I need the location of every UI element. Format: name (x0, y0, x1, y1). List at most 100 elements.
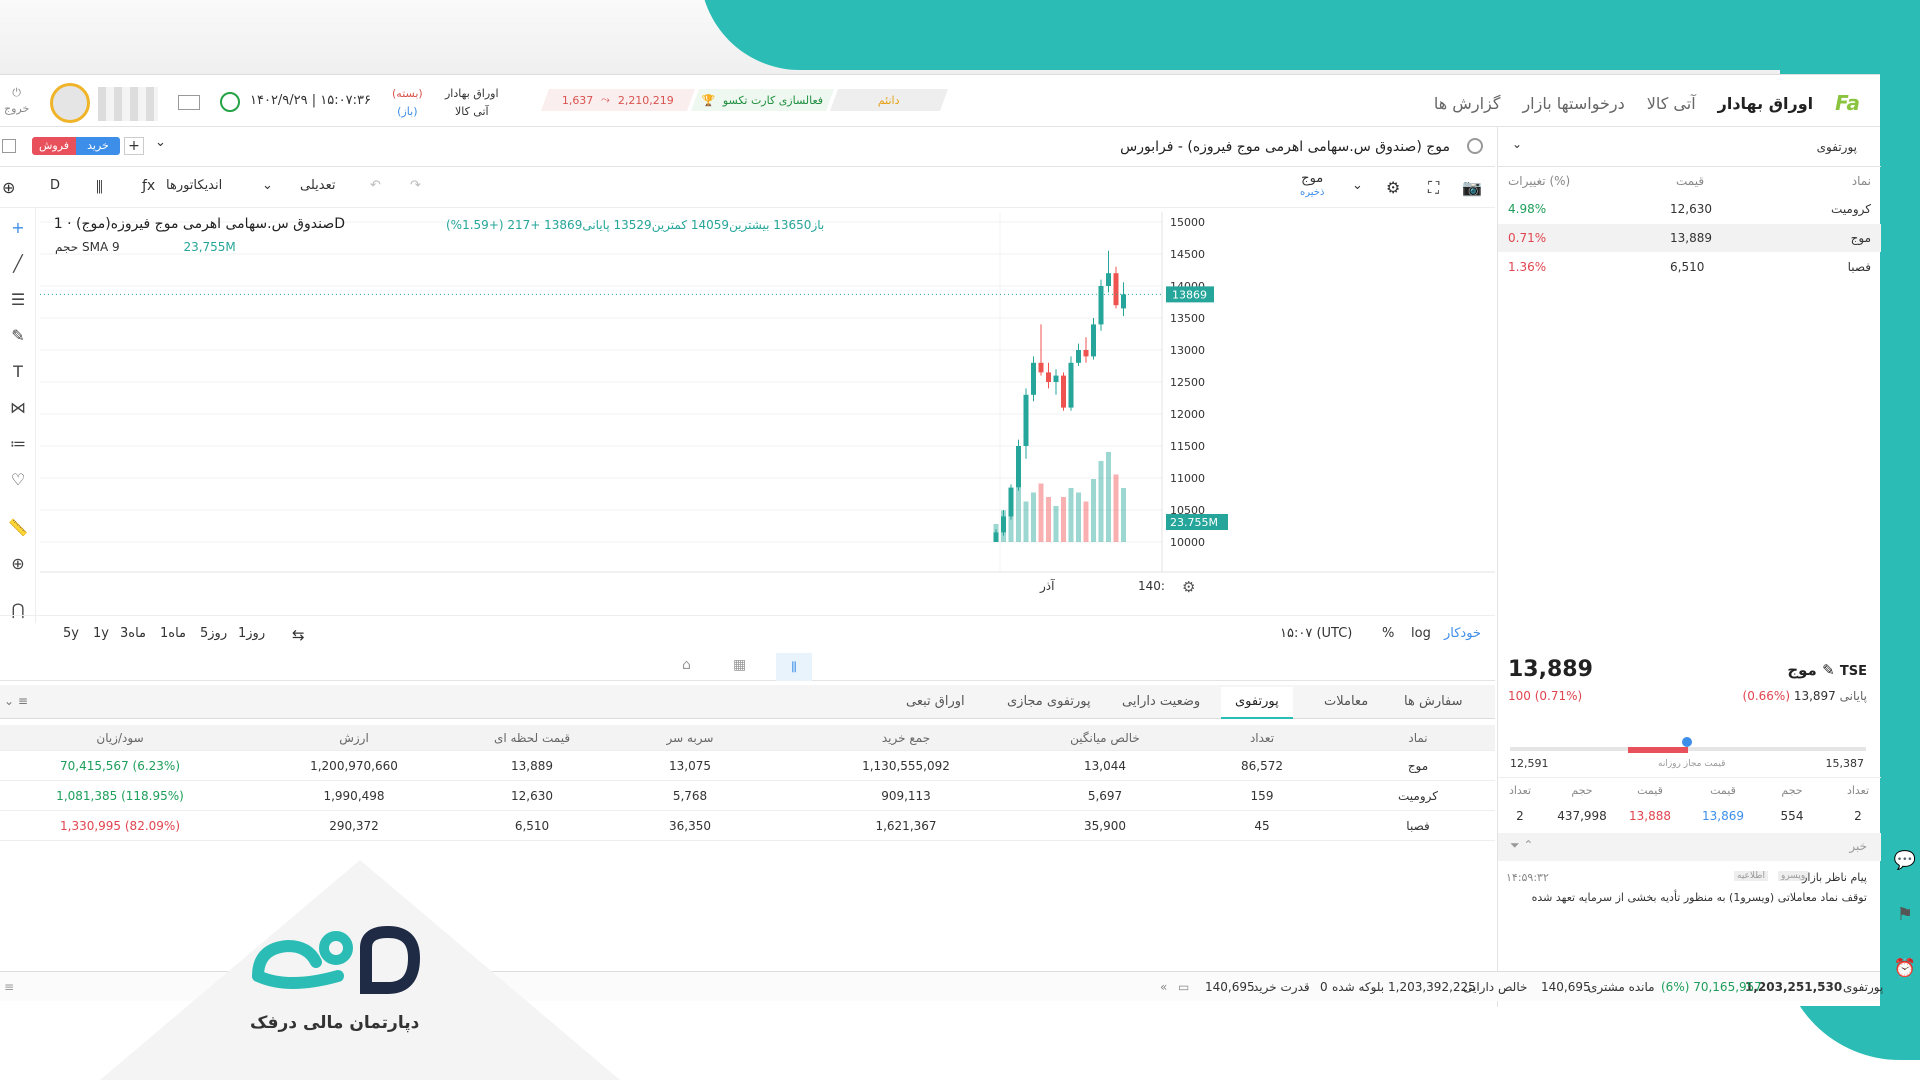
list-item[interactable]: موج 13,889 0.71% (1498, 224, 1881, 252)
tab-derivative-securities[interactable]: اوراق تبعی (906, 694, 965, 709)
tab-asset-status[interactable]: وضعیت دارایی (1122, 694, 1200, 709)
nav-item-market-requests[interactable]: درخواستها بازار (1522, 94, 1624, 113)
tab-virtual-portfolio[interactable]: پورتفوی مجازی (1007, 694, 1091, 709)
buy-button[interactable]: خرید (76, 137, 120, 155)
table-cell: 13,044 (1084, 759, 1126, 773)
list-cell: 13,889 (1670, 231, 1712, 245)
layout-save[interactable]: موج ذخیره (1300, 172, 1324, 200)
add-button[interactable]: + (124, 137, 144, 155)
list-item[interactable]: فصبا 6,510 1.36% (1498, 253, 1881, 281)
list-item[interactable]: کرومیت 12,630 4.98% (1498, 195, 1881, 223)
candles-view-icon[interactable]: ⫼ (776, 653, 812, 681)
tab-orders[interactable]: سفارش ها (1404, 694, 1463, 709)
period-1m[interactable]: 1ماه (160, 626, 186, 641)
nav-item-securities[interactable]: اوراق بهادار (1718, 94, 1813, 113)
mail-icon[interactable] (178, 95, 200, 110)
watchlist-name[interactable]: پورتفوی (1817, 140, 1857, 154)
candle-body (1091, 324, 1096, 357)
period-3m[interactable]: 3ماه (120, 626, 146, 641)
period-5d[interactable]: 5روز (200, 626, 227, 641)
table-cell: کرومیت (1398, 789, 1438, 803)
table-cell: 1,130,555,092 (862, 759, 950, 773)
adjust-select[interactable]: تعدیلی (300, 178, 335, 193)
log-toggle[interactable]: log (1411, 626, 1431, 641)
orders-list-icon[interactable] (2, 139, 16, 153)
volume-bar (1113, 474, 1119, 542)
indicators-button[interactable]: اندیکاتورها (166, 178, 222, 193)
pattern-icon[interactable]: ⋈ (8, 398, 28, 418)
menu-icon[interactable]: ≡ (4, 980, 14, 994)
text-icon[interactable]: T (8, 362, 28, 382)
table-row[interactable]: فصبا 45 35,900 1,621,367 36,350 6,510 290,372 1… (0, 811, 1495, 841)
refresh-icon[interactable] (220, 92, 240, 112)
menu-icon[interactable]: ⌄ ≡ (4, 694, 28, 708)
camera-icon[interactable]: 📷 (1462, 178, 1482, 197)
nav-item-reports[interactable]: گزارش ها (1434, 94, 1501, 113)
signpost-icon[interactable]: ⚑ (1890, 904, 1920, 934)
period-1d[interactable]: 1روز (238, 626, 265, 641)
ticker-card-activation[interactable]: 🏆 فعالسازی کارت تکسو (690, 89, 835, 111)
undo-icon[interactable]: ↶ (370, 178, 381, 193)
crosshair-icon[interactable]: + (8, 218, 28, 238)
interval-select[interactable]: D (50, 178, 60, 193)
table-row[interactable]: موج 86,572 13,044 1,130,555,092 13,075 13,889… (0, 751, 1495, 781)
period-5y[interactable]: 5y (63, 626, 79, 641)
orderbook-row[interactable]: 2 437,998 13,888 13,869 554 2 (1498, 803, 1881, 831)
volume-bar (1076, 492, 1081, 542)
settings-icon[interactable]: ⚙ (1386, 178, 1400, 197)
add-symbol-icon[interactable]: ⊕ (2, 178, 15, 197)
chevron-down-icon[interactable]: ⌄ (155, 135, 166, 150)
ticker-index[interactable]: 1,637 ⤳ 2,210,219 (540, 89, 696, 111)
grid-icon[interactable]: ▦ (733, 657, 746, 673)
table-header: نماد تعداد خالص میانگین جمع خرید سربه سر… (0, 725, 1495, 751)
chat-icon[interactable]: 💬 (1890, 850, 1920, 880)
ticker-daneem[interactable]: دانئم (829, 89, 949, 111)
panel-tabs: ⌄ ≡ سفارش ها معاملات پورتفوی وضعیت دارای… (0, 685, 1495, 719)
volume-bar (1031, 492, 1036, 542)
logout-button[interactable]: ⏻ خروج (4, 85, 29, 117)
brush-icon[interactable]: ✎ (8, 326, 28, 346)
chevron-down-icon[interactable]: ⌄ (1352, 178, 1363, 193)
chevron-double-icon[interactable]: « (1160, 980, 1167, 994)
news-item[interactable]: ۱۴:۵۹:۳۲ اطلاعیه ویسرو پیام ناظر بازار ت… (1498, 869, 1881, 919)
auto-toggle[interactable]: خودکار (1444, 626, 1481, 641)
percent-toggle[interactable]: % (1382, 626, 1394, 641)
date-range-icon[interactable]: ⇆ (292, 626, 305, 644)
timezone[interactable]: ۱۵:۰۷ (UTC) (1280, 626, 1352, 641)
power-icon: ⏻ (12, 86, 21, 99)
zoom-icon[interactable]: ⊕ (8, 554, 28, 574)
table-cell: 86,572 (1241, 759, 1283, 773)
trendline-icon[interactable]: ╱ (8, 254, 28, 274)
candles-icon[interactable]: ⫼ (96, 178, 103, 196)
chart-panel-icon[interactable]: ⌂ (682, 657, 691, 673)
tab-trades[interactable]: معاملات (1324, 694, 1368, 709)
heart-icon[interactable]: ♡ (8, 470, 28, 490)
alert-icon[interactable]: ⏰ (1890, 958, 1920, 988)
redo-icon[interactable]: ↷ (410, 178, 421, 193)
table-row[interactable]: کرومیت 159 5,697 909,113 5,768 12,630 1,990,49… (0, 781, 1495, 811)
candle-body (1016, 446, 1021, 488)
volume-bar (1106, 452, 1111, 542)
period-1y[interactable]: 1y (93, 626, 109, 641)
prediction-icon[interactable]: ≔ (8, 434, 28, 454)
nav-item-commodity-futures[interactable]: آتی کالا (1647, 94, 1696, 113)
trophy-icon: 🏆 (701, 93, 716, 107)
tab-portfolio[interactable]: پورتفوی (1221, 687, 1293, 719)
search-icon[interactable] (1467, 138, 1483, 154)
fullscreen-icon[interactable]: ⛶ (1428, 178, 1439, 198)
filter-icon[interactable]: ⏷ ⌃ (1510, 838, 1533, 853)
fib-icon[interactable]: ☰ (8, 290, 28, 310)
symbol-title[interactable]: موج (صندوق س.سهامی اهرمی موج فیروزه) - ف… (1120, 139, 1450, 155)
brand-logo-mark (252, 925, 421, 994)
wallet-icon[interactable]: ▭ (1178, 980, 1189, 994)
quote-symbol[interactable]: موج ✎ TSE (1787, 661, 1867, 679)
chevron-down-icon[interactable]: ⌄ (262, 178, 273, 193)
sell-button[interactable]: فروش (32, 137, 76, 155)
fx-icon[interactable]: ƒx (142, 178, 155, 194)
table-cell: 1,200,970,660 (310, 759, 398, 773)
chart-svg[interactable]: 1000010500110001150012000125001300013500… (40, 212, 1495, 612)
avatar[interactable] (50, 83, 90, 123)
ruler-icon[interactable]: 📏 (8, 518, 28, 538)
price-chart[interactable]: 10000 10500 11000 11500 12000 12500 13000 13500… (40, 212, 1495, 596)
chevron-down-icon[interactable]: ⌄ (1512, 137, 1522, 151)
